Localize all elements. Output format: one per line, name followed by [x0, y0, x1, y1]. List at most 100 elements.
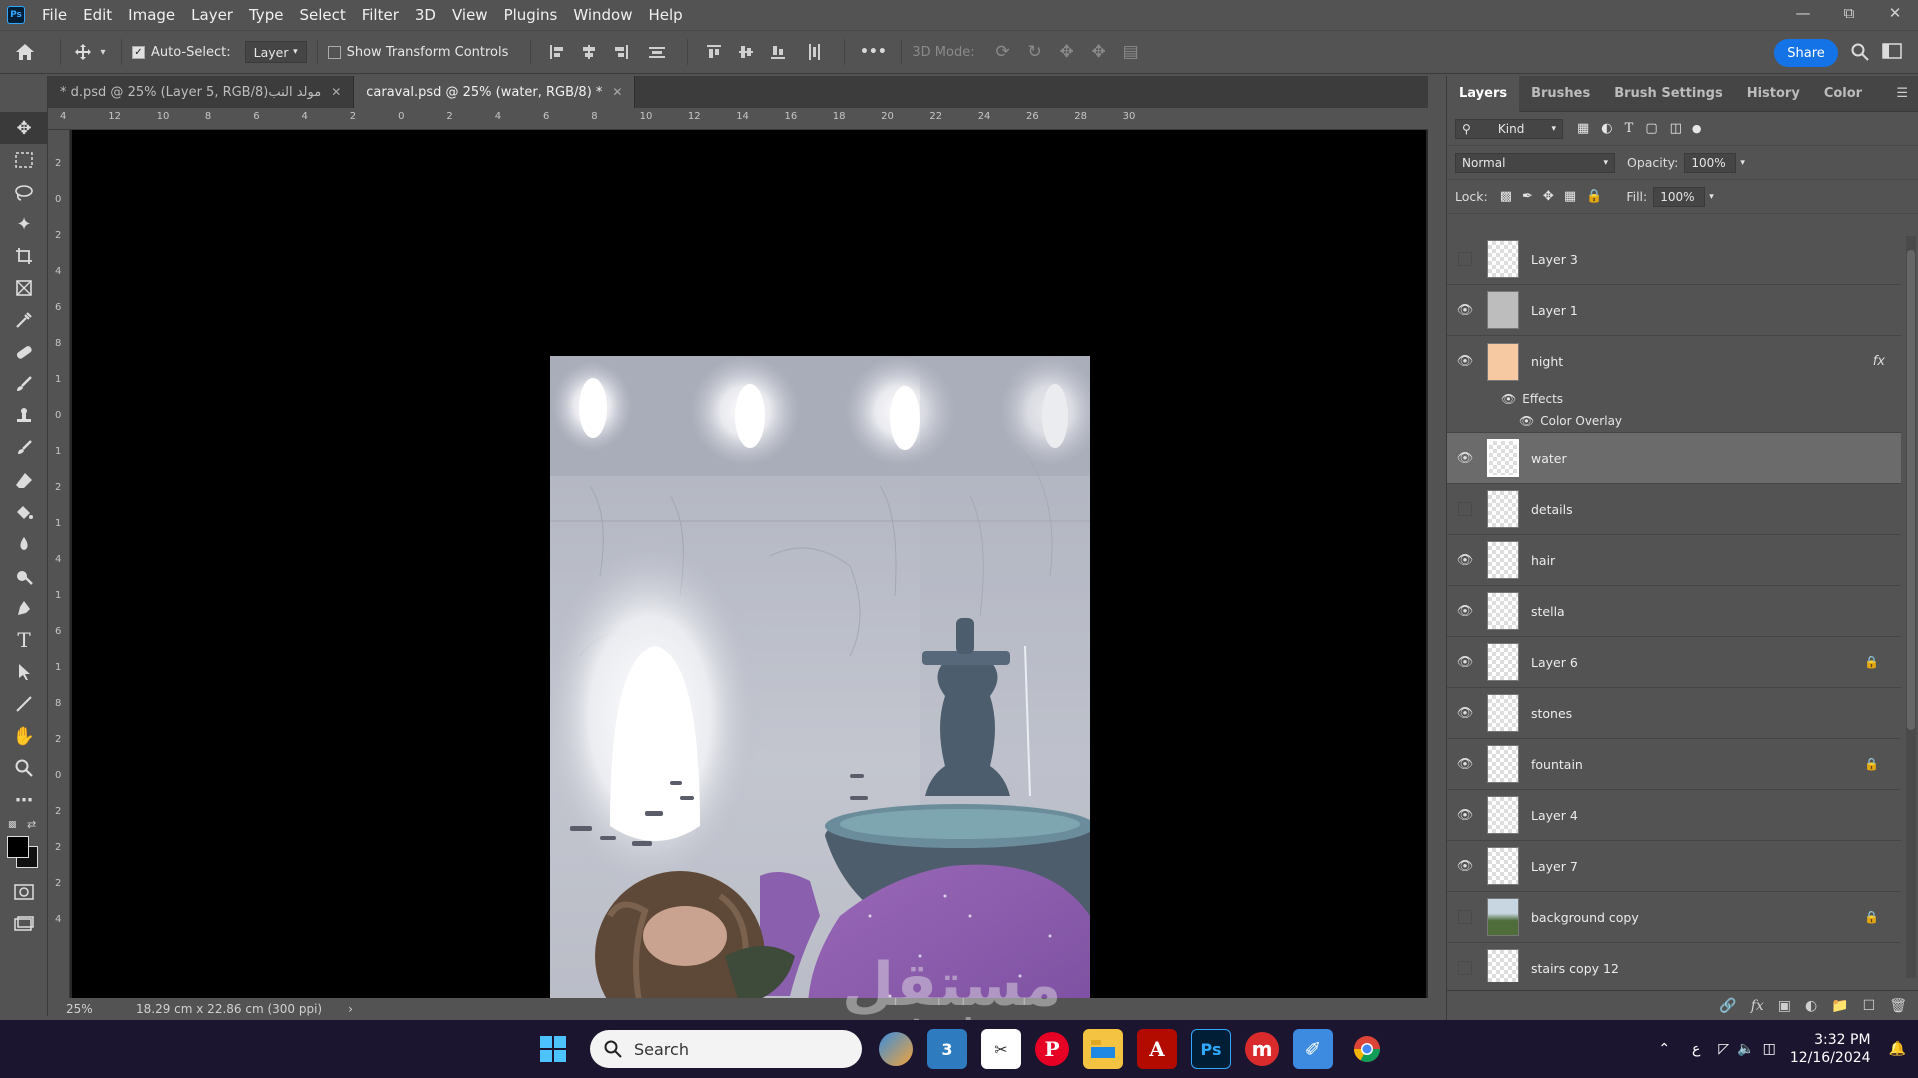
auto-select-dropdown[interactable]: Layer ▾ [244, 41, 307, 63]
close-icon[interactable]: ✕ [1872, 0, 1918, 26]
line-tool-icon[interactable] [0, 688, 48, 720]
calendar-app-icon[interactable]: 3 [927, 1029, 967, 1069]
volume-icon[interactable]: 🔈 [1737, 1041, 1754, 1057]
wifi-icon[interactable]: ◸ [1718, 1041, 1729, 1057]
color-overlay-row[interactable]: 👁 Color Overlay [1447, 410, 1901, 433]
menu-type[interactable]: Type [241, 0, 291, 30]
zoom-tool-icon[interactable] [0, 752, 48, 784]
lock-transparent-icon[interactable]: ▩ [1500, 189, 1512, 204]
dodge-tool-icon[interactable] [0, 560, 48, 592]
workspace-icon[interactable] [1878, 43, 1906, 59]
layer-row[interactable]: 👁 water [1447, 433, 1901, 484]
tab-brushes[interactable]: Brushes [1519, 76, 1602, 112]
share-button[interactable]: Share [1774, 39, 1838, 67]
photoshop-logo[interactable]: Ps [7, 6, 25, 24]
layer-effects-icon[interactable]: fx [1873, 354, 1885, 369]
marquee-tool-icon[interactable] [0, 144, 48, 176]
eye-icon[interactable]: 👁 [1447, 808, 1483, 823]
visibility-toggle[interactable] [1447, 252, 1483, 266]
distribute-vertical-icon[interactable] [637, 44, 677, 60]
lasso-tool-icon[interactable] [0, 176, 48, 208]
eye-icon[interactable]: 👁 [1447, 655, 1483, 670]
layer-row[interactable]: details [1447, 484, 1901, 535]
layer-row[interactable]: 👁 night fx [1447, 336, 1901, 387]
eye-icon[interactable]: 👁 [1519, 414, 1534, 428]
align-top-icon[interactable] [698, 44, 730, 60]
align-center-icon[interactable] [573, 44, 605, 60]
bucket-tool-icon[interactable] [0, 496, 48, 528]
align-right-icon[interactable] [605, 44, 637, 60]
close-icon[interactable]: ✕ [331, 85, 341, 99]
delete-layer-icon[interactable]: 🗑 [1889, 998, 1907, 1014]
pinterest-icon[interactable]: P [1035, 1032, 1069, 1066]
move-tool-preset-icon[interactable] [71, 43, 95, 61]
brush-tool-icon[interactable] [0, 368, 48, 400]
battery-icon[interactable]: ◫ [1763, 1041, 1776, 1057]
quick-mask-icon[interactable] [0, 876, 48, 908]
filter-type-icon[interactable]: T [1625, 121, 1634, 136]
add-style-icon[interactable]: fx [1751, 998, 1764, 1014]
fill-input[interactable]: 100% [1653, 186, 1706, 207]
path-select-tool-icon[interactable] [0, 656, 48, 688]
copilot-icon[interactable] [879, 1032, 913, 1066]
lock-artboard-icon[interactable]: ▦ [1564, 189, 1576, 204]
show-transform-checkbox[interactable] [327, 45, 341, 59]
hand-tool-icon[interactable]: ✋ [0, 720, 48, 752]
crop-tool-icon[interactable] [0, 240, 48, 272]
foreground-color-swatch[interactable] [7, 836, 29, 858]
filter-adjustment-icon[interactable]: ◐ [1601, 121, 1612, 136]
acrobat-icon[interactable]: A [1137, 1029, 1177, 1069]
taskbar-search[interactable]: Search [590, 1030, 862, 1068]
tab-brush-settings[interactable]: Brush Settings [1602, 76, 1734, 112]
menu-edit[interactable]: Edit [75, 0, 120, 30]
align-bottom-icon[interactable] [762, 44, 794, 60]
panel-menu-icon[interactable]: ☰ [1896, 86, 1908, 101]
magic-wand-tool-icon[interactable]: ✦ [0, 208, 48, 240]
menu-select[interactable]: Select [291, 0, 353, 30]
snipping-tool-icon[interactable]: ✂ [981, 1029, 1021, 1069]
visibility-toggle[interactable] [1447, 910, 1483, 924]
tab-layers[interactable]: Layers [1447, 75, 1520, 112]
tab-document-2[interactable]: caraval.psd @ 25% (water, RGB/8) * ✕ [354, 76, 636, 108]
add-mask-icon[interactable]: ▣ [1778, 998, 1791, 1014]
lock-image-icon[interactable]: ✒ [1522, 189, 1533, 204]
status-chevron-icon[interactable]: › [348, 1002, 353, 1016]
layer-row[interactable]: 👁 Layer 4 [1447, 790, 1901, 841]
more-options-icon[interactable]: ••• [855, 44, 891, 60]
filter-pixel-icon[interactable]: ▦ [1577, 121, 1589, 136]
eye-icon[interactable]: 👁 [1447, 604, 1483, 619]
new-layer-icon[interactable]: ☐ [1863, 998, 1876, 1014]
eye-icon[interactable]: 👁 [1447, 451, 1483, 466]
blur-tool-icon[interactable] [0, 528, 48, 560]
restore-icon[interactable]: ⧉ [1826, 0, 1872, 26]
layer-row[interactable]: 👁 Layer 1 [1447, 285, 1901, 336]
layer-row[interactable]: 👁 stones [1447, 688, 1901, 739]
chevron-up-icon[interactable]: ⌃ [1658, 1041, 1670, 1057]
visibility-toggle[interactable] [1447, 502, 1483, 516]
eraser-tool-icon[interactable] [0, 464, 48, 496]
start-icon[interactable] [533, 1029, 573, 1069]
search-icon[interactable] [1848, 43, 1872, 61]
pen-tool-icon[interactable] [0, 592, 48, 624]
language-indicator[interactable]: ع [1692, 1041, 1700, 1057]
filter-toggle-icon[interactable]: ● [1692, 122, 1702, 135]
menu-layer[interactable]: Layer [183, 0, 241, 30]
media-app-icon[interactable]: m [1245, 1032, 1279, 1066]
layers-scrollbar[interactable] [1906, 236, 1916, 978]
eye-icon[interactable]: 👁 [1447, 553, 1483, 568]
frame-tool-icon[interactable] [0, 272, 48, 304]
canvas-workspace[interactable] [70, 130, 1428, 1032]
stamp-tool-icon[interactable] [0, 400, 48, 432]
new-group-icon[interactable]: 📁 [1831, 998, 1848, 1014]
layer-row[interactable]: background copy 🔒 [1447, 892, 1901, 943]
align-middle-icon[interactable] [730, 44, 762, 60]
eye-icon[interactable]: 👁 [1501, 392, 1516, 406]
type-tool-icon[interactable]: T [0, 624, 48, 656]
adjustment-layer-icon[interactable]: ◐ [1805, 998, 1817, 1014]
filter-smart-object-icon[interactable]: ◫ [1670, 121, 1682, 136]
menu-plugins[interactable]: Plugins [496, 0, 566, 30]
notification-bell-icon[interactable]: 🔔 [1889, 1041, 1906, 1057]
lock-position-icon[interactable]: ✥ [1543, 189, 1554, 204]
layer-row[interactable]: 👁 Layer 6 🔒 [1447, 637, 1901, 688]
blend-mode-dropdown[interactable]: Normal ▾ [1455, 152, 1615, 173]
